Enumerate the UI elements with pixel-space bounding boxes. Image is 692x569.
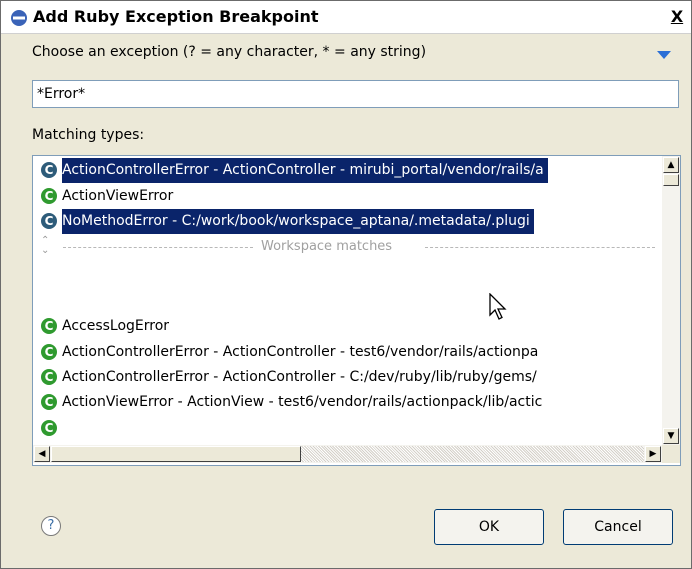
separator-line xyxy=(425,247,655,248)
class-icon: C xyxy=(41,394,57,410)
list-item-label: ActionViewError - ActionView - test6/ven… xyxy=(62,394,543,410)
list-item[interactable]: C ActionControllerError - ActionControll… xyxy=(33,365,662,390)
class-icon: C xyxy=(41,369,57,385)
horizontal-scroll-thumb[interactable] xyxy=(51,446,301,462)
list-item[interactable]: C xyxy=(33,416,662,441)
close-button[interactable]: X xyxy=(667,7,687,27)
view-menu-chevron-icon[interactable] xyxy=(657,51,671,59)
list-item-label: NoMethodError - C:/work/book/workspace_a… xyxy=(62,209,534,234)
list-item[interactable]: C ActionControllerError - ActionControll… xyxy=(33,158,662,183)
list-item[interactable]: C ActionViewError - ActionView - test6/v… xyxy=(33,390,662,415)
list-item-label: ActionControllerError - ActionController… xyxy=(62,344,539,360)
matching-types-list[interactable]: C ActionControllerError - ActionControll… xyxy=(32,155,681,466)
list-item[interactable]: C ActionViewError xyxy=(33,184,662,209)
list-item-label: AccessLogError xyxy=(62,318,170,334)
class-icon: C xyxy=(41,188,57,204)
cancel-button[interactable]: Cancel xyxy=(563,509,673,545)
scroll-right-button[interactable]: ▶ xyxy=(645,446,661,462)
class-icon: C xyxy=(41,213,57,229)
list-area: C ActionControllerError - ActionControll… xyxy=(33,156,662,445)
add-ruby-exception-breakpoint-dialog: Add Ruby Exception Breakpoint X Choose a… xyxy=(0,0,692,569)
separator-chevron-icon: ⌃ ⌄ xyxy=(41,235,50,256)
mouse-pointer-icon xyxy=(489,293,507,320)
scroll-down-button[interactable]: ▼ xyxy=(663,428,679,444)
matching-types-label: Matching types: xyxy=(32,127,145,143)
list-item[interactable]: C AccessLogError xyxy=(33,314,662,339)
window-title: Add Ruby Exception Breakpoint xyxy=(33,7,319,26)
class-icon: C xyxy=(41,162,57,178)
breakpoint-icon xyxy=(11,10,27,26)
list-item[interactable]: C NoMethodError - C:/work/book/workspace… xyxy=(33,209,662,234)
prompt-label: Choose an exception (? = any character, … xyxy=(32,44,427,60)
scroll-left-button[interactable]: ◀ xyxy=(34,446,50,462)
class-icon: C xyxy=(41,344,57,360)
horizontal-scrollbar[interactable]: ◀ ▶ xyxy=(33,445,662,463)
help-icon[interactable]: ? xyxy=(41,516,61,536)
class-icon: C xyxy=(41,420,57,436)
list-item-label: ActionControllerError - ActionController… xyxy=(62,369,537,385)
class-icon: C xyxy=(41,318,57,334)
exception-filter-input[interactable] xyxy=(32,80,679,108)
scrollbar-corner xyxy=(662,445,680,463)
vertical-scrollbar[interactable]: ▲ ▼ xyxy=(662,156,680,445)
vertical-scroll-thumb[interactable] xyxy=(663,174,679,186)
separator-line xyxy=(63,247,253,248)
separator-label: Workspace matches xyxy=(257,236,397,258)
scroll-up-button[interactable]: ▲ xyxy=(663,157,679,173)
list-item-label: ActionViewError xyxy=(62,188,174,204)
workspace-matches-separator: ⌃ ⌄ Workspace matches xyxy=(33,236,662,258)
title-bar: Add Ruby Exception Breakpoint X xyxy=(1,1,691,34)
list-item-label: ActionControllerError - ActionController… xyxy=(62,158,548,183)
ok-button[interactable]: OK xyxy=(434,509,544,545)
list-item[interactable]: C ActionControllerError - ActionControll… xyxy=(33,340,662,365)
